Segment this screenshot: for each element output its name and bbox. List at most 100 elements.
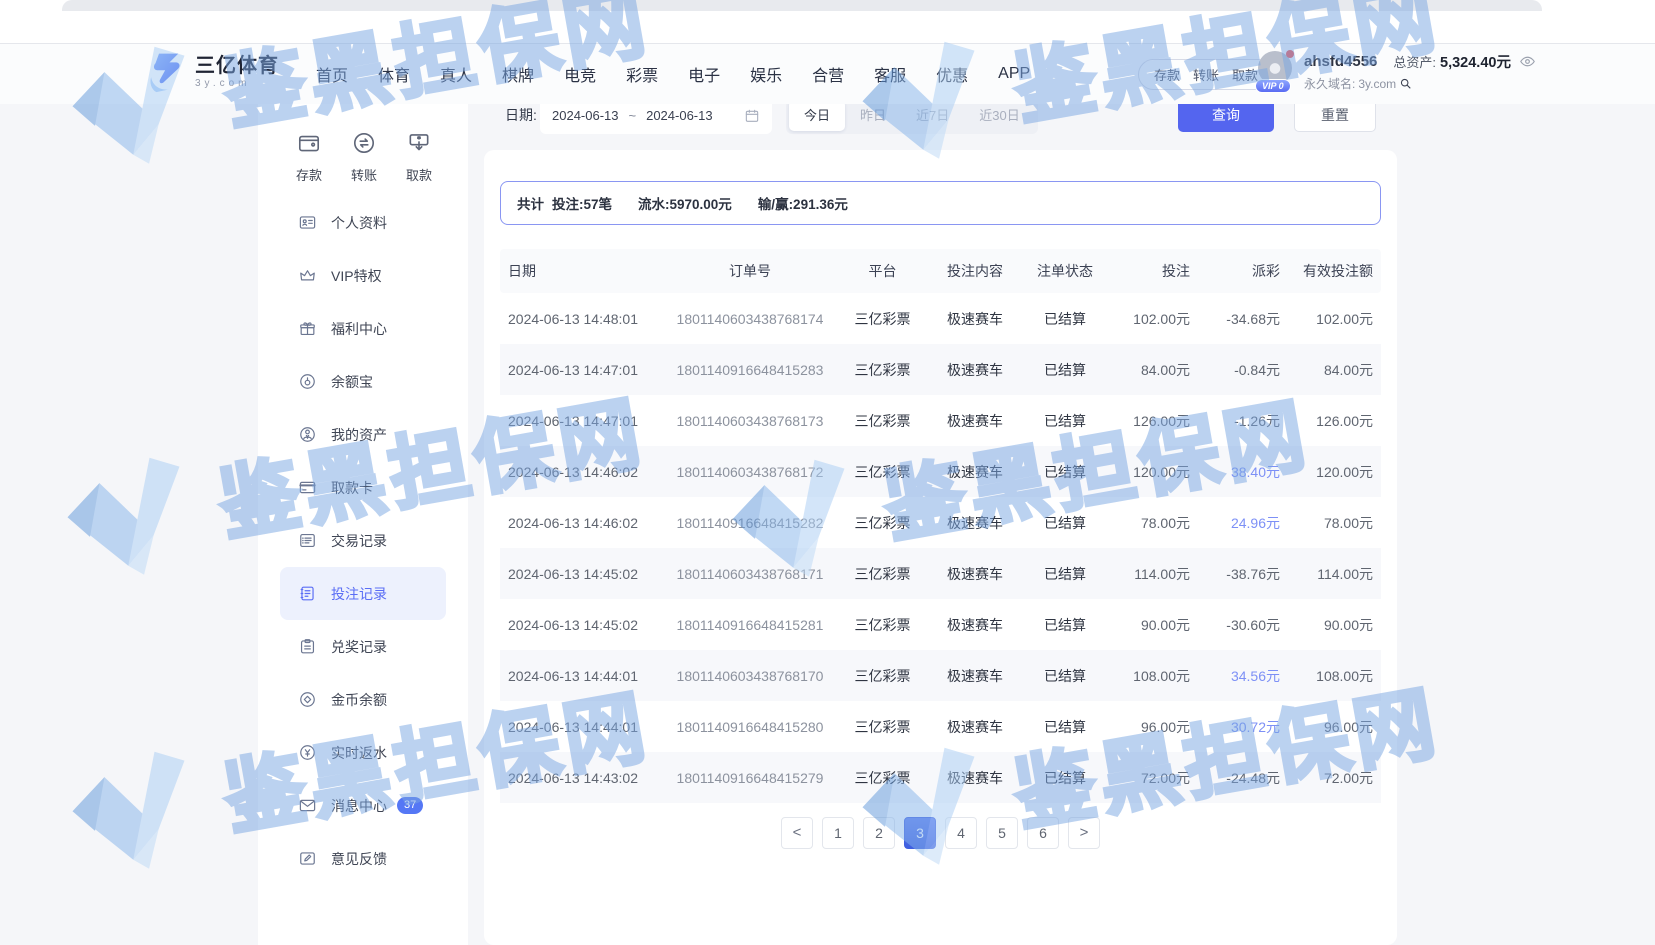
cell-valid-amount: 102.00元 (1280, 309, 1381, 329)
nav-item[interactable]: APP (998, 65, 1030, 83)
date-preset-button[interactable]: 今日 (789, 100, 845, 131)
cell-bet-amount: 84.00元 (1110, 360, 1190, 380)
vip-badge: VIP 0 (1255, 79, 1291, 93)
cell-date: 2024-06-13 14:44:01 (500, 668, 665, 684)
quick-action-withdraw[interactable]: 取款 (396, 130, 442, 184)
cell-platform: 三亿彩票 (835, 360, 930, 380)
sidebar-item-messages[interactable]: 消息中心 37 (280, 779, 446, 832)
cell-valid-amount: 126.00元 (1280, 411, 1381, 431)
cell-date: 2024-06-13 14:47:01 (500, 362, 665, 378)
summary-prefix: 共计 (517, 193, 544, 213)
nav-item[interactable]: 电竞 (564, 62, 596, 86)
assets-label: 总资产: (1393, 52, 1436, 71)
table-row: 2024-06-13 14:45:02 1801140916648415281 … (500, 599, 1381, 650)
date-preset-button[interactable]: 近7日 (901, 100, 964, 131)
nav-item[interactable]: 客服 (874, 62, 906, 86)
cell-payout: 30.72元 (1190, 717, 1280, 737)
cell-date: 2024-06-13 14:45:02 (500, 617, 665, 633)
sidebar-item-redeem-records[interactable]: 兑奖记录 (280, 620, 446, 673)
sidebar-item-welfare[interactable]: 福利中心 (280, 302, 446, 355)
logo-mark-icon (145, 51, 187, 93)
cell-bet-content: 极速赛车 (930, 564, 1020, 584)
cell-valid-amount: 96.00元 (1280, 717, 1381, 737)
sidebar-item-yuebao[interactable]: 余额宝 (280, 355, 446, 408)
cell-order-number: 1801140603438768172 (665, 464, 835, 480)
cell-status: 已结算 (1020, 717, 1110, 737)
table-row: 2024-06-13 14:47:01 1801140916648415283 … (500, 344, 1381, 395)
calendar-icon[interactable] (744, 108, 760, 124)
nav-item[interactable]: 电子 (688, 62, 720, 86)
sidebar-item-bet-records[interactable]: 投注记录 (280, 567, 446, 620)
nav-item[interactable]: 合营 (812, 62, 844, 86)
sidebar-item-profile[interactable]: 个人资料 (280, 196, 446, 249)
next-page-button[interactable]: > (1068, 817, 1100, 849)
page-button[interactable]: 6 (1027, 817, 1059, 849)
eye-icon[interactable] (1519, 53, 1536, 70)
domain-search-icon[interactable] (1399, 77, 1412, 90)
cell-valid-amount: 120.00元 (1280, 462, 1381, 482)
page-button[interactable]: 5 (986, 817, 1018, 849)
cell-platform: 三亿彩票 (835, 717, 930, 737)
sidebar-item-vip[interactable]: VIP特权 (280, 249, 446, 302)
unread-badge: 37 (397, 797, 423, 814)
cell-payout: -34.68元 (1190, 309, 1280, 329)
site-header: 三亿体育 3y.com 首页 体育 真人 棋牌 电竞 彩票 电子 娱乐 合营 客服 优惠 APP 存款… (0, 43, 1655, 104)
cell-order-number: 1801140916648415281 (665, 617, 835, 633)
cell-status: 已结算 (1020, 768, 1110, 788)
cell-bet-amount: 108.00元 (1110, 666, 1190, 686)
page-body: 存款 转账 取款 个人资料 VIP特权 福利中心 余额宝 我的资产 取款卡 交易… (0, 104, 1655, 945)
date-preset-button[interactable]: 昨日 (845, 100, 901, 131)
wallet-pill-action[interactable]: 转账 (1193, 65, 1219, 84)
cell-date: 2024-06-13 14:45:02 (500, 566, 665, 582)
table-body: 2024-06-13 14:48:01 1801140603438768174 … (500, 293, 1381, 803)
page-button[interactable]: 2 (863, 817, 895, 849)
cell-bet-amount: 72.00元 (1110, 768, 1190, 788)
avatar[interactable]: VIP 0 (1258, 51, 1294, 87)
cell-payout: -30.60元 (1190, 615, 1280, 635)
nav-item[interactable]: 彩票 (626, 62, 658, 86)
sidebar-item-feedback[interactable]: 意见反馈 (280, 832, 446, 885)
cell-valid-amount: 72.00元 (1280, 768, 1381, 788)
cell-date: 2024-06-13 14:44:01 (500, 719, 665, 735)
sidebar-item-assets[interactable]: 我的资产 (280, 408, 446, 461)
page-button[interactable]: 3 (904, 817, 936, 849)
sidebar-item-rebate[interactable]: 实时返水 (280, 726, 446, 779)
nav-item[interactable]: 优惠 (936, 62, 968, 86)
quick-action-deposit[interactable]: 存款 (286, 130, 332, 184)
cell-platform: 三亿彩票 (835, 564, 930, 584)
wallet-pill-action[interactable]: 存款 (1154, 65, 1180, 84)
page-button[interactable]: 4 (945, 817, 977, 849)
cell-bet-amount: 96.00元 (1110, 717, 1190, 737)
page-button[interactable]: 1 (822, 817, 854, 849)
summary-winloss: 输/赢:291.36元 (758, 193, 848, 213)
main-content: 日期: 2024-06-13 ~ 2024-06-13 今日昨日近7日近30日 … (484, 104, 1397, 945)
cell-platform: 三亿彩票 (835, 615, 930, 635)
cell-order-number: 1801140916648415279 (665, 770, 835, 786)
site-logo[interactable]: 三亿体育 3y.com (145, 51, 279, 93)
nav-item[interactable]: 娱乐 (750, 62, 782, 86)
cell-date: 2024-06-13 14:48:01 (500, 311, 665, 327)
sidebar-item-withdraw-card[interactable]: 取款卡 (280, 461, 446, 514)
prev-page-button[interactable]: < (781, 817, 813, 849)
wallet-pill-action[interactable]: 取款 (1232, 65, 1258, 84)
date-preset-button[interactable]: 近30日 (964, 100, 1034, 131)
quick-action-transfer[interactable]: 转账 (341, 130, 387, 184)
cell-status: 已结算 (1020, 564, 1110, 584)
cell-payout: -38.76元 (1190, 564, 1280, 584)
table-row: 2024-06-13 14:46:02 1801140916648415282 … (500, 497, 1381, 548)
nav-item[interactable]: 真人 (440, 62, 472, 86)
nav-item[interactable]: 体育 (378, 62, 410, 86)
cell-bet-content: 极速赛车 (930, 513, 1020, 533)
sidebar: 存款 转账 取款 个人资料 VIP特权 福利中心 余额宝 我的资产 取款卡 交易… (258, 104, 468, 945)
user-area: VIP 0 ahsfd4556 总资产: 5,324.40元 永久域名: 3y.… (1258, 51, 1536, 92)
cell-valid-amount: 90.00元 (1280, 615, 1381, 635)
sidebar-item-transactions[interactable]: 交易记录 (280, 514, 446, 567)
nav-item[interactable]: 棋牌 (502, 62, 534, 86)
cell-date: 2024-06-13 14:46:02 (500, 464, 665, 480)
sidebar-item-coin-balance[interactable]: 金币余额 (280, 673, 446, 726)
nav-item[interactable]: 首页 (316, 62, 348, 86)
cell-order-number: 1801140916648415283 (665, 362, 835, 378)
cell-bet-amount: 114.00元 (1110, 564, 1190, 584)
cell-platform: 三亿彩票 (835, 462, 930, 482)
cell-platform: 三亿彩票 (835, 513, 930, 533)
